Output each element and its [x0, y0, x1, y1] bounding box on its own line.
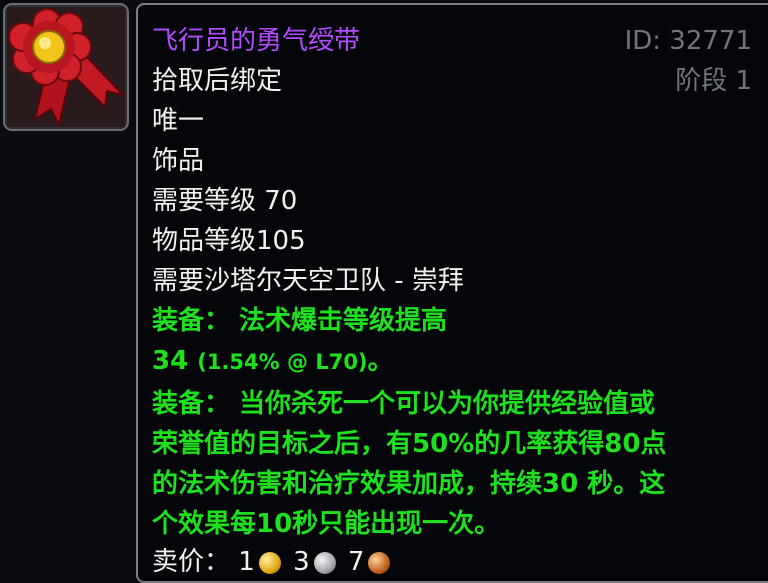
equip-effect-1-value: 34 (1.54% @ L70)。	[152, 344, 394, 379]
equip-effect-1: 装备： 法术爆击等级提高	[152, 306, 448, 336]
reputation-text: 需要沙塔尔天空卫队 - 崇拜	[152, 266, 464, 296]
unique-text: 唯一	[152, 106, 205, 136]
sell-silver: 3	[293, 547, 310, 577]
item-icon-frame[interactable]	[3, 3, 129, 131]
item-id: ID: 32771	[624, 26, 752, 56]
equip-effect-1-detail: (1.54% @ L70)	[197, 350, 368, 374]
copper-coin-icon	[368, 551, 391, 574]
silver-coin-icon	[313, 551, 336, 574]
sell-price: 卖价： 1 3 7	[152, 545, 394, 579]
equip-effect-2-line-2: 荣誉值的目标之后，有50%的几率获得80点	[152, 429, 667, 459]
equip-effect-2-line-3: 的法术伤害和治疗效果加成，持续30 秒。这	[152, 469, 666, 499]
sell-gold: 1	[238, 547, 255, 577]
slot-text: 饰品	[152, 146, 205, 176]
equip-effect-2-line-4: 个效果每10秒只能出现一次。	[152, 509, 501, 539]
stage-text: 阶段 1	[675, 66, 752, 96]
red-rosette-ribbon-icon	[7, 7, 125, 127]
item-level-text: 物品等级105	[152, 226, 306, 256]
required-level-text: 需要等级 70	[152, 186, 298, 216]
sell-label: 卖价：	[152, 547, 231, 577]
sell-copper: 7	[347, 547, 365, 577]
equip-effect-1-number: 34	[152, 346, 189, 376]
binding-text: 拾取后绑定	[152, 66, 283, 96]
equip-effect-1-end: 。	[367, 346, 394, 376]
equip-effect-2-line-1: 装备： 当你杀死一个可以为你提供经验值或	[152, 389, 656, 419]
item-tooltip: 飞行员的勇气绶带 ID: 32771 拾取后绑定 阶段 1 唯一 饰品 需要等级…	[136, 3, 768, 583]
item-name: 飞行员的勇气绶带	[152, 26, 361, 56]
gold-coin-icon	[258, 551, 281, 574]
